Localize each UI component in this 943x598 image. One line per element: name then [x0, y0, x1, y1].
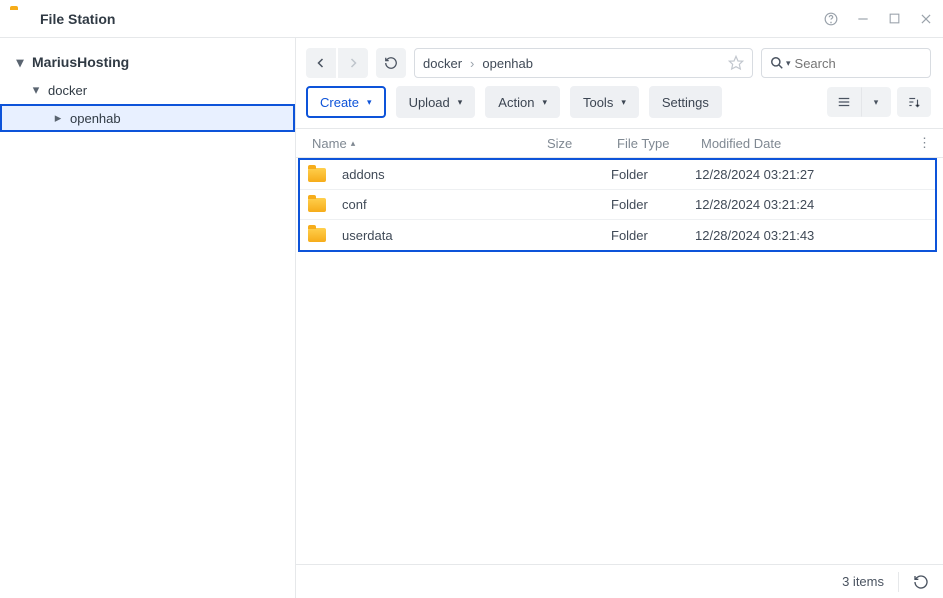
folder-icon [308, 198, 326, 212]
column-name[interactable]: Name ▴ [306, 136, 547, 151]
selection-highlight: addons Folder 12/28/2024 03:21:27 conf F… [298, 158, 937, 252]
column-type[interactable]: File Type [617, 136, 701, 151]
item-count: 3 items [842, 574, 884, 589]
settings-button[interactable]: Settings [649, 86, 722, 118]
chevron-down-icon: ▾ [458, 97, 463, 108]
cell-type: Folder [611, 167, 695, 182]
chevron-down-icon: ▾ [14, 54, 26, 71]
refresh-button[interactable] [376, 48, 406, 78]
folder-icon [308, 228, 326, 242]
cell-type: Folder [611, 197, 695, 212]
tools-button[interactable]: Tools ▾ [570, 86, 639, 118]
table-row[interactable]: addons Folder 12/28/2024 03:21:27 [300, 160, 935, 190]
help-icon[interactable] [824, 12, 838, 26]
app-icon [10, 9, 30, 29]
column-size[interactable]: Size [547, 136, 617, 151]
button-label: Action [498, 95, 534, 110]
search-input[interactable] [795, 56, 943, 71]
cell-date: 12/28/2024 03:21:24 [695, 197, 905, 212]
cell-name: userdata [336, 228, 541, 243]
tree-node-openhab[interactable]: ▸ openhab [0, 104, 295, 132]
table-header: Name ▴ Size File Type Modified Date ⋮ [296, 128, 943, 158]
pathbar: docker › openhab ▾ [296, 38, 943, 86]
cell-date: 12/28/2024 03:21:27 [695, 167, 905, 182]
nav-forward-button[interactable] [338, 48, 368, 78]
column-menu-icon[interactable]: ⋮ [911, 135, 931, 151]
nav-back-button[interactable] [306, 48, 336, 78]
toolbar: Create ▾ Upload ▾ Action ▾ Tools ▾ Setti… [296, 86, 943, 128]
chevron-down-icon: ▾ [621, 97, 626, 108]
sort-button[interactable] [897, 87, 931, 117]
window-title: File Station [40, 11, 824, 27]
breadcrumb-segment[interactable]: openhab [482, 56, 533, 71]
button-label: Tools [583, 95, 613, 110]
maximize-icon[interactable] [888, 12, 901, 25]
table-row[interactable]: conf Folder 12/28/2024 03:21:24 [300, 190, 935, 220]
table-row[interactable]: userdata Folder 12/28/2024 03:21:43 [300, 220, 935, 250]
tree-node-label: docker [48, 83, 87, 98]
button-label: Settings [662, 95, 709, 110]
column-date[interactable]: Modified Date [701, 136, 911, 151]
chevron-down-icon: ▾ [542, 97, 547, 108]
view-list-button[interactable] [827, 87, 861, 117]
tree-node-docker[interactable]: ▾ docker [0, 76, 295, 104]
cell-type: Folder [611, 228, 695, 243]
chevron-down-icon[interactable]: ▾ [786, 58, 791, 69]
search-box[interactable]: ▾ [761, 48, 931, 78]
minimize-icon[interactable] [856, 12, 870, 26]
status-bar: 3 items [296, 564, 943, 598]
sidebar: ▾ MariusHosting ▾ docker ▸ openhab [0, 38, 296, 598]
tree-root-label: MariusHosting [32, 54, 129, 70]
cell-name: addons [336, 167, 541, 182]
upload-button[interactable]: Upload ▾ [396, 86, 476, 118]
breadcrumb[interactable]: docker › openhab [414, 48, 753, 78]
cell-name: conf [336, 197, 541, 212]
search-icon [770, 56, 784, 70]
view-dropdown-button[interactable]: ▾ [861, 87, 891, 117]
chevron-right-icon: › [466, 56, 478, 71]
refresh-icon[interactable] [913, 574, 929, 590]
create-button[interactable]: Create ▾ [306, 86, 386, 118]
action-button[interactable]: Action ▾ [485, 86, 560, 118]
tree-root[interactable]: ▾ MariusHosting [0, 48, 295, 76]
breadcrumb-segment[interactable]: docker [423, 56, 462, 71]
chevron-down-icon: ▾ [367, 97, 372, 108]
button-label: Create [320, 95, 359, 110]
file-table: Name ▴ Size File Type Modified Date ⋮ ad… [296, 128, 943, 564]
folder-icon [308, 168, 326, 182]
button-label: Upload [409, 95, 450, 110]
cell-date: 12/28/2024 03:21:43 [695, 228, 905, 243]
chevron-down-icon: ▾ [30, 82, 42, 98]
chevron-right-icon: ▸ [52, 110, 64, 126]
sort-asc-icon: ▴ [351, 138, 356, 149]
tree-node-label: openhab [70, 111, 121, 126]
titlebar: File Station [0, 0, 943, 38]
favorite-icon[interactable] [728, 55, 744, 71]
close-icon[interactable] [919, 12, 933, 26]
